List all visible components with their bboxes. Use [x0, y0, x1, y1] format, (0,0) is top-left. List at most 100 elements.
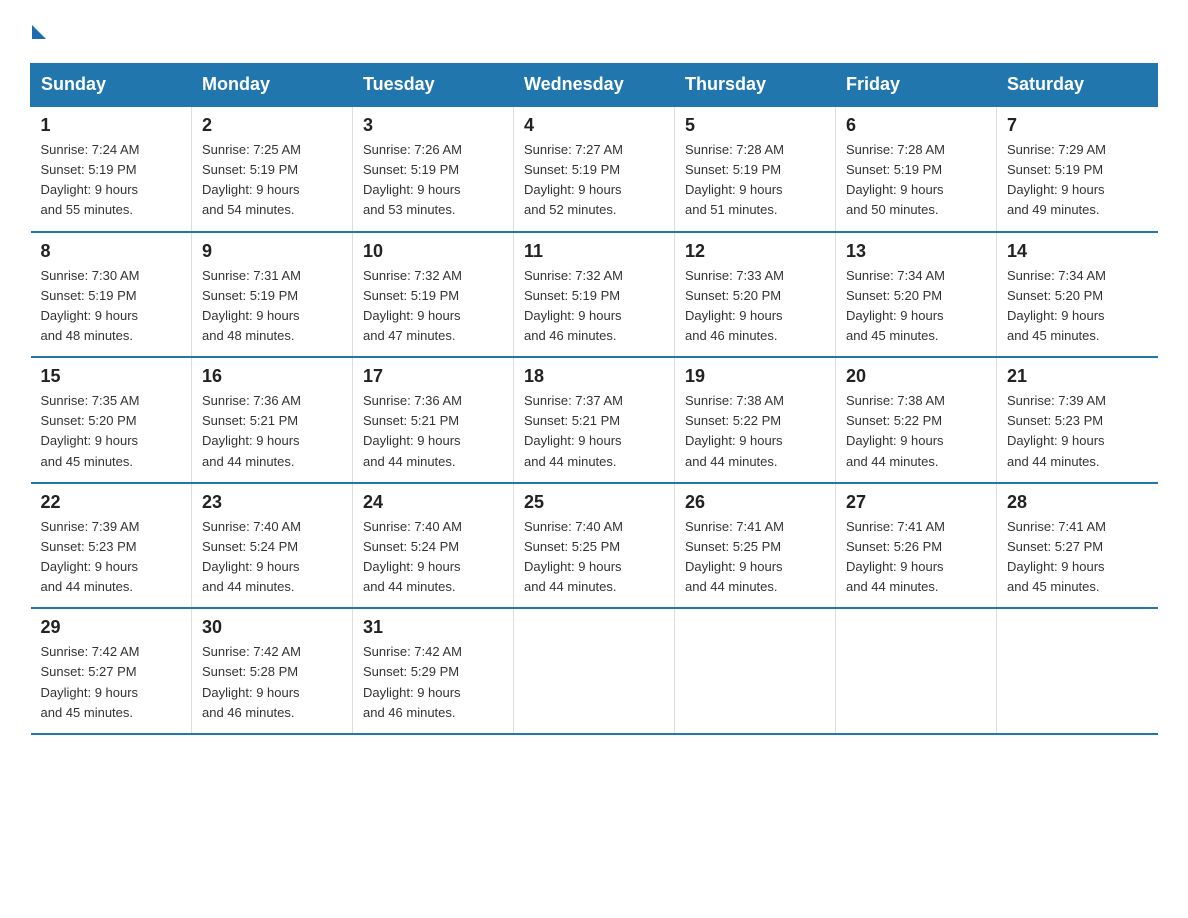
calendar-cell: 29 Sunrise: 7:42 AMSunset: 5:27 PMDaylig… [31, 608, 192, 734]
day-number: 7 [1007, 115, 1148, 136]
calendar-cell: 6 Sunrise: 7:28 AMSunset: 5:19 PMDayligh… [836, 106, 997, 232]
day-info: Sunrise: 7:42 AMSunset: 5:28 PMDaylight:… [202, 642, 342, 723]
day-info: Sunrise: 7:38 AMSunset: 5:22 PMDaylight:… [846, 391, 986, 472]
calendar-cell [836, 608, 997, 734]
day-number: 24 [363, 492, 503, 513]
calendar-cell: 24 Sunrise: 7:40 AMSunset: 5:24 PMDaylig… [353, 483, 514, 609]
day-info: Sunrise: 7:26 AMSunset: 5:19 PMDaylight:… [363, 140, 503, 221]
calendar-cell: 18 Sunrise: 7:37 AMSunset: 5:21 PMDaylig… [514, 357, 675, 483]
calendar-cell: 11 Sunrise: 7:32 AMSunset: 5:19 PMDaylig… [514, 232, 675, 358]
calendar-cell: 5 Sunrise: 7:28 AMSunset: 5:19 PMDayligh… [675, 106, 836, 232]
day-number: 26 [685, 492, 825, 513]
day-number: 14 [1007, 241, 1148, 262]
day-info: Sunrise: 7:42 AMSunset: 5:27 PMDaylight:… [41, 642, 182, 723]
calendar-week-row: 1 Sunrise: 7:24 AMSunset: 5:19 PMDayligh… [31, 106, 1158, 232]
day-info: Sunrise: 7:25 AMSunset: 5:19 PMDaylight:… [202, 140, 342, 221]
calendar-header-saturday: Saturday [997, 64, 1158, 107]
day-number: 10 [363, 241, 503, 262]
day-number: 22 [41, 492, 182, 513]
calendar-table: SundayMondayTuesdayWednesdayThursdayFrid… [30, 63, 1158, 735]
day-info: Sunrise: 7:27 AMSunset: 5:19 PMDaylight:… [524, 140, 664, 221]
day-info: Sunrise: 7:24 AMSunset: 5:19 PMDaylight:… [41, 140, 182, 221]
calendar-cell: 3 Sunrise: 7:26 AMSunset: 5:19 PMDayligh… [353, 106, 514, 232]
day-number: 9 [202, 241, 342, 262]
calendar-header-sunday: Sunday [31, 64, 192, 107]
calendar-week-row: 15 Sunrise: 7:35 AMSunset: 5:20 PMDaylig… [31, 357, 1158, 483]
day-info: Sunrise: 7:40 AMSunset: 5:24 PMDaylight:… [202, 517, 342, 598]
calendar-header-tuesday: Tuesday [353, 64, 514, 107]
day-info: Sunrise: 7:29 AMSunset: 5:19 PMDaylight:… [1007, 140, 1148, 221]
day-number: 8 [41, 241, 182, 262]
day-info: Sunrise: 7:41 AMSunset: 5:27 PMDaylight:… [1007, 517, 1148, 598]
calendar-cell: 25 Sunrise: 7:40 AMSunset: 5:25 PMDaylig… [514, 483, 675, 609]
calendar-header-friday: Friday [836, 64, 997, 107]
calendar-cell: 28 Sunrise: 7:41 AMSunset: 5:27 PMDaylig… [997, 483, 1158, 609]
day-info: Sunrise: 7:40 AMSunset: 5:25 PMDaylight:… [524, 517, 664, 598]
calendar-cell: 21 Sunrise: 7:39 AMSunset: 5:23 PMDaylig… [997, 357, 1158, 483]
calendar-cell: 7 Sunrise: 7:29 AMSunset: 5:19 PMDayligh… [997, 106, 1158, 232]
calendar-cell: 15 Sunrise: 7:35 AMSunset: 5:20 PMDaylig… [31, 357, 192, 483]
calendar-header-wednesday: Wednesday [514, 64, 675, 107]
day-info: Sunrise: 7:32 AMSunset: 5:19 PMDaylight:… [524, 266, 664, 347]
calendar-cell: 10 Sunrise: 7:32 AMSunset: 5:19 PMDaylig… [353, 232, 514, 358]
calendar-header-row: SundayMondayTuesdayWednesdayThursdayFrid… [31, 64, 1158, 107]
day-info: Sunrise: 7:36 AMSunset: 5:21 PMDaylight:… [363, 391, 503, 472]
day-number: 21 [1007, 366, 1148, 387]
day-info: Sunrise: 7:30 AMSunset: 5:19 PMDaylight:… [41, 266, 182, 347]
day-info: Sunrise: 7:39 AMSunset: 5:23 PMDaylight:… [1007, 391, 1148, 472]
day-number: 3 [363, 115, 503, 136]
day-number: 6 [846, 115, 986, 136]
calendar-cell: 26 Sunrise: 7:41 AMSunset: 5:25 PMDaylig… [675, 483, 836, 609]
logo-triangle-icon [32, 25, 46, 39]
day-info: Sunrise: 7:36 AMSunset: 5:21 PMDaylight:… [202, 391, 342, 472]
day-number: 5 [685, 115, 825, 136]
day-number: 23 [202, 492, 342, 513]
day-number: 1 [41, 115, 182, 136]
calendar-cell: 22 Sunrise: 7:39 AMSunset: 5:23 PMDaylig… [31, 483, 192, 609]
calendar-header-thursday: Thursday [675, 64, 836, 107]
day-info: Sunrise: 7:37 AMSunset: 5:21 PMDaylight:… [524, 391, 664, 472]
day-number: 25 [524, 492, 664, 513]
day-info: Sunrise: 7:41 AMSunset: 5:26 PMDaylight:… [846, 517, 986, 598]
calendar-cell: 27 Sunrise: 7:41 AMSunset: 5:26 PMDaylig… [836, 483, 997, 609]
day-info: Sunrise: 7:34 AMSunset: 5:20 PMDaylight:… [1007, 266, 1148, 347]
calendar-cell: 4 Sunrise: 7:27 AMSunset: 5:19 PMDayligh… [514, 106, 675, 232]
day-number: 20 [846, 366, 986, 387]
day-number: 31 [363, 617, 503, 638]
day-number: 13 [846, 241, 986, 262]
calendar-week-row: 29 Sunrise: 7:42 AMSunset: 5:27 PMDaylig… [31, 608, 1158, 734]
day-info: Sunrise: 7:28 AMSunset: 5:19 PMDaylight:… [846, 140, 986, 221]
calendar-cell: 13 Sunrise: 7:34 AMSunset: 5:20 PMDaylig… [836, 232, 997, 358]
calendar-cell [997, 608, 1158, 734]
calendar-cell: 8 Sunrise: 7:30 AMSunset: 5:19 PMDayligh… [31, 232, 192, 358]
calendar-cell: 12 Sunrise: 7:33 AMSunset: 5:20 PMDaylig… [675, 232, 836, 358]
logo [30, 20, 46, 43]
day-info: Sunrise: 7:38 AMSunset: 5:22 PMDaylight:… [685, 391, 825, 472]
day-info: Sunrise: 7:42 AMSunset: 5:29 PMDaylight:… [363, 642, 503, 723]
day-info: Sunrise: 7:28 AMSunset: 5:19 PMDaylight:… [685, 140, 825, 221]
day-number: 19 [685, 366, 825, 387]
calendar-week-row: 22 Sunrise: 7:39 AMSunset: 5:23 PMDaylig… [31, 483, 1158, 609]
day-info: Sunrise: 7:35 AMSunset: 5:20 PMDaylight:… [41, 391, 182, 472]
day-number: 11 [524, 241, 664, 262]
calendar-cell: 31 Sunrise: 7:42 AMSunset: 5:29 PMDaylig… [353, 608, 514, 734]
calendar-cell: 9 Sunrise: 7:31 AMSunset: 5:19 PMDayligh… [192, 232, 353, 358]
calendar-cell: 1 Sunrise: 7:24 AMSunset: 5:19 PMDayligh… [31, 106, 192, 232]
day-number: 30 [202, 617, 342, 638]
day-number: 12 [685, 241, 825, 262]
calendar-cell: 14 Sunrise: 7:34 AMSunset: 5:20 PMDaylig… [997, 232, 1158, 358]
day-info: Sunrise: 7:34 AMSunset: 5:20 PMDaylight:… [846, 266, 986, 347]
calendar-cell: 23 Sunrise: 7:40 AMSunset: 5:24 PMDaylig… [192, 483, 353, 609]
calendar-cell: 20 Sunrise: 7:38 AMSunset: 5:22 PMDaylig… [836, 357, 997, 483]
calendar-cell [675, 608, 836, 734]
day-number: 17 [363, 366, 503, 387]
day-number: 2 [202, 115, 342, 136]
calendar-cell [514, 608, 675, 734]
day-info: Sunrise: 7:41 AMSunset: 5:25 PMDaylight:… [685, 517, 825, 598]
day-number: 4 [524, 115, 664, 136]
calendar-cell: 2 Sunrise: 7:25 AMSunset: 5:19 PMDayligh… [192, 106, 353, 232]
page-header [30, 20, 1158, 43]
day-info: Sunrise: 7:31 AMSunset: 5:19 PMDaylight:… [202, 266, 342, 347]
day-number: 18 [524, 366, 664, 387]
day-info: Sunrise: 7:39 AMSunset: 5:23 PMDaylight:… [41, 517, 182, 598]
